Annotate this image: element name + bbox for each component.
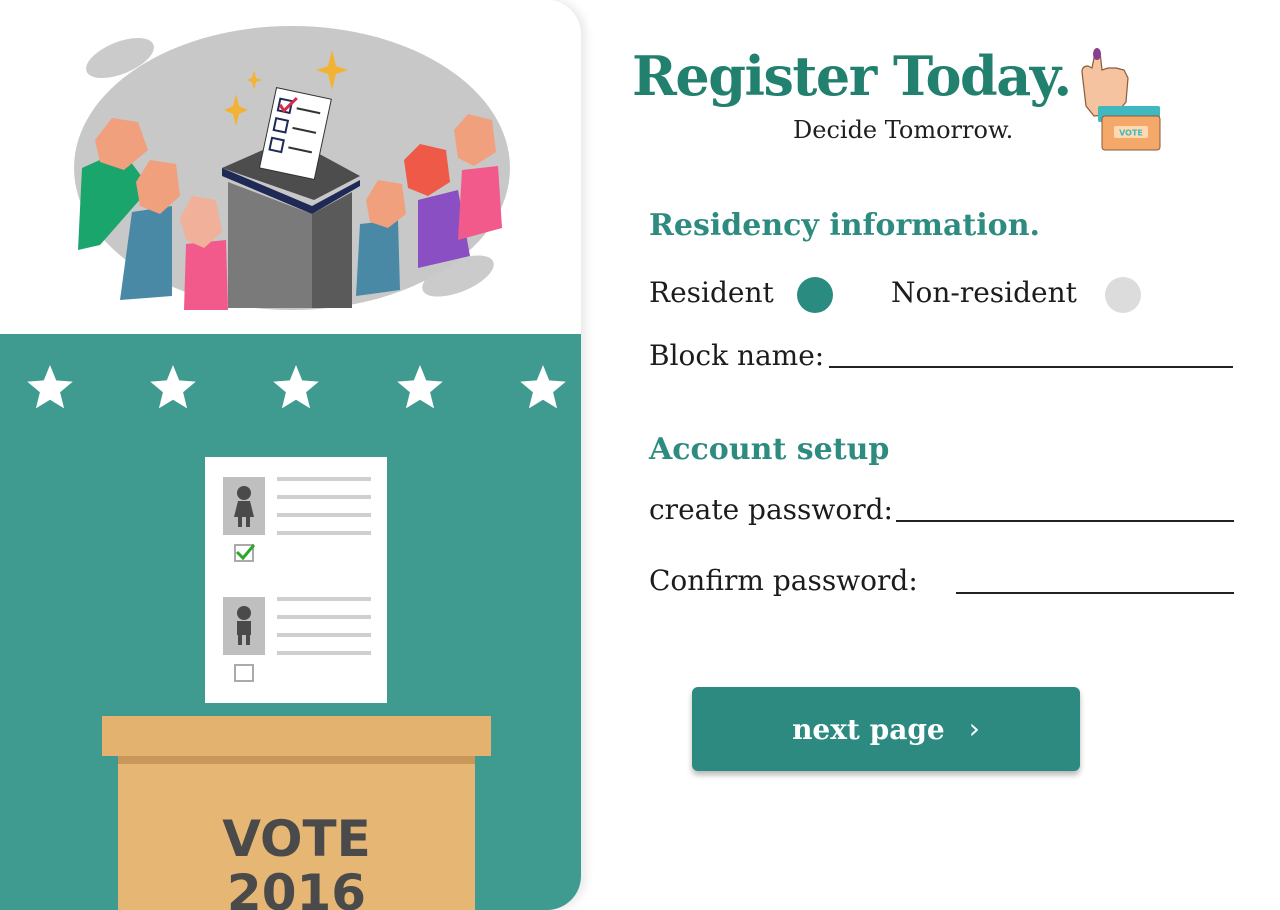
chevron-right-icon: › — [968, 712, 980, 745]
ballot-paper-illustration — [205, 457, 387, 703]
next-page-button[interactable]: next page › — [692, 687, 1080, 771]
star-icon — [273, 365, 319, 409]
create-password-label: create password: — [649, 493, 893, 526]
resident-label: Resident — [649, 276, 774, 309]
residency-heading: Residency information. — [649, 208, 1040, 243]
next-page-label: next page — [792, 712, 945, 746]
confirm-password-label: Confirm password: — [649, 564, 918, 597]
star-icon — [397, 365, 443, 409]
resident-radio[interactable] — [797, 277, 833, 313]
star-icon — [27, 365, 73, 409]
create-password-input[interactable] — [896, 520, 1234, 522]
nonresident-label: Non-resident — [891, 276, 1077, 309]
ballot-box: VOTE 2016 — [118, 756, 475, 910]
raised-hands-ballot-illustration — [74, 26, 510, 310]
vote-icon-text: VOTE — [1119, 129, 1143, 138]
nonresident-radio[interactable] — [1105, 277, 1141, 313]
ballot-box-text: VOTE 2016 — [118, 812, 475, 910]
star-icon — [150, 365, 196, 409]
left-illustration-panel: VOTE 2016 — [0, 0, 581, 910]
page-subtitle: Decide Tomorrow. — [793, 116, 1014, 144]
vote-hand-icon: VOTE — [1081, 48, 1161, 151]
account-setup-heading: Account setup — [649, 432, 890, 467]
confirm-password-input[interactable] — [956, 592, 1234, 594]
star-icon — [520, 365, 566, 409]
page-title: Register Today. — [632, 44, 1072, 108]
block-name-input[interactable] — [829, 366, 1233, 368]
box-text-line2: 2016 — [226, 864, 367, 910]
box-text-line1: VOTE — [222, 810, 371, 868]
ballot-box-illustration: VOTE 2016 — [0, 334, 581, 910]
ballot-box-lid — [102, 716, 491, 756]
block-name-label: Block name: — [649, 339, 825, 372]
